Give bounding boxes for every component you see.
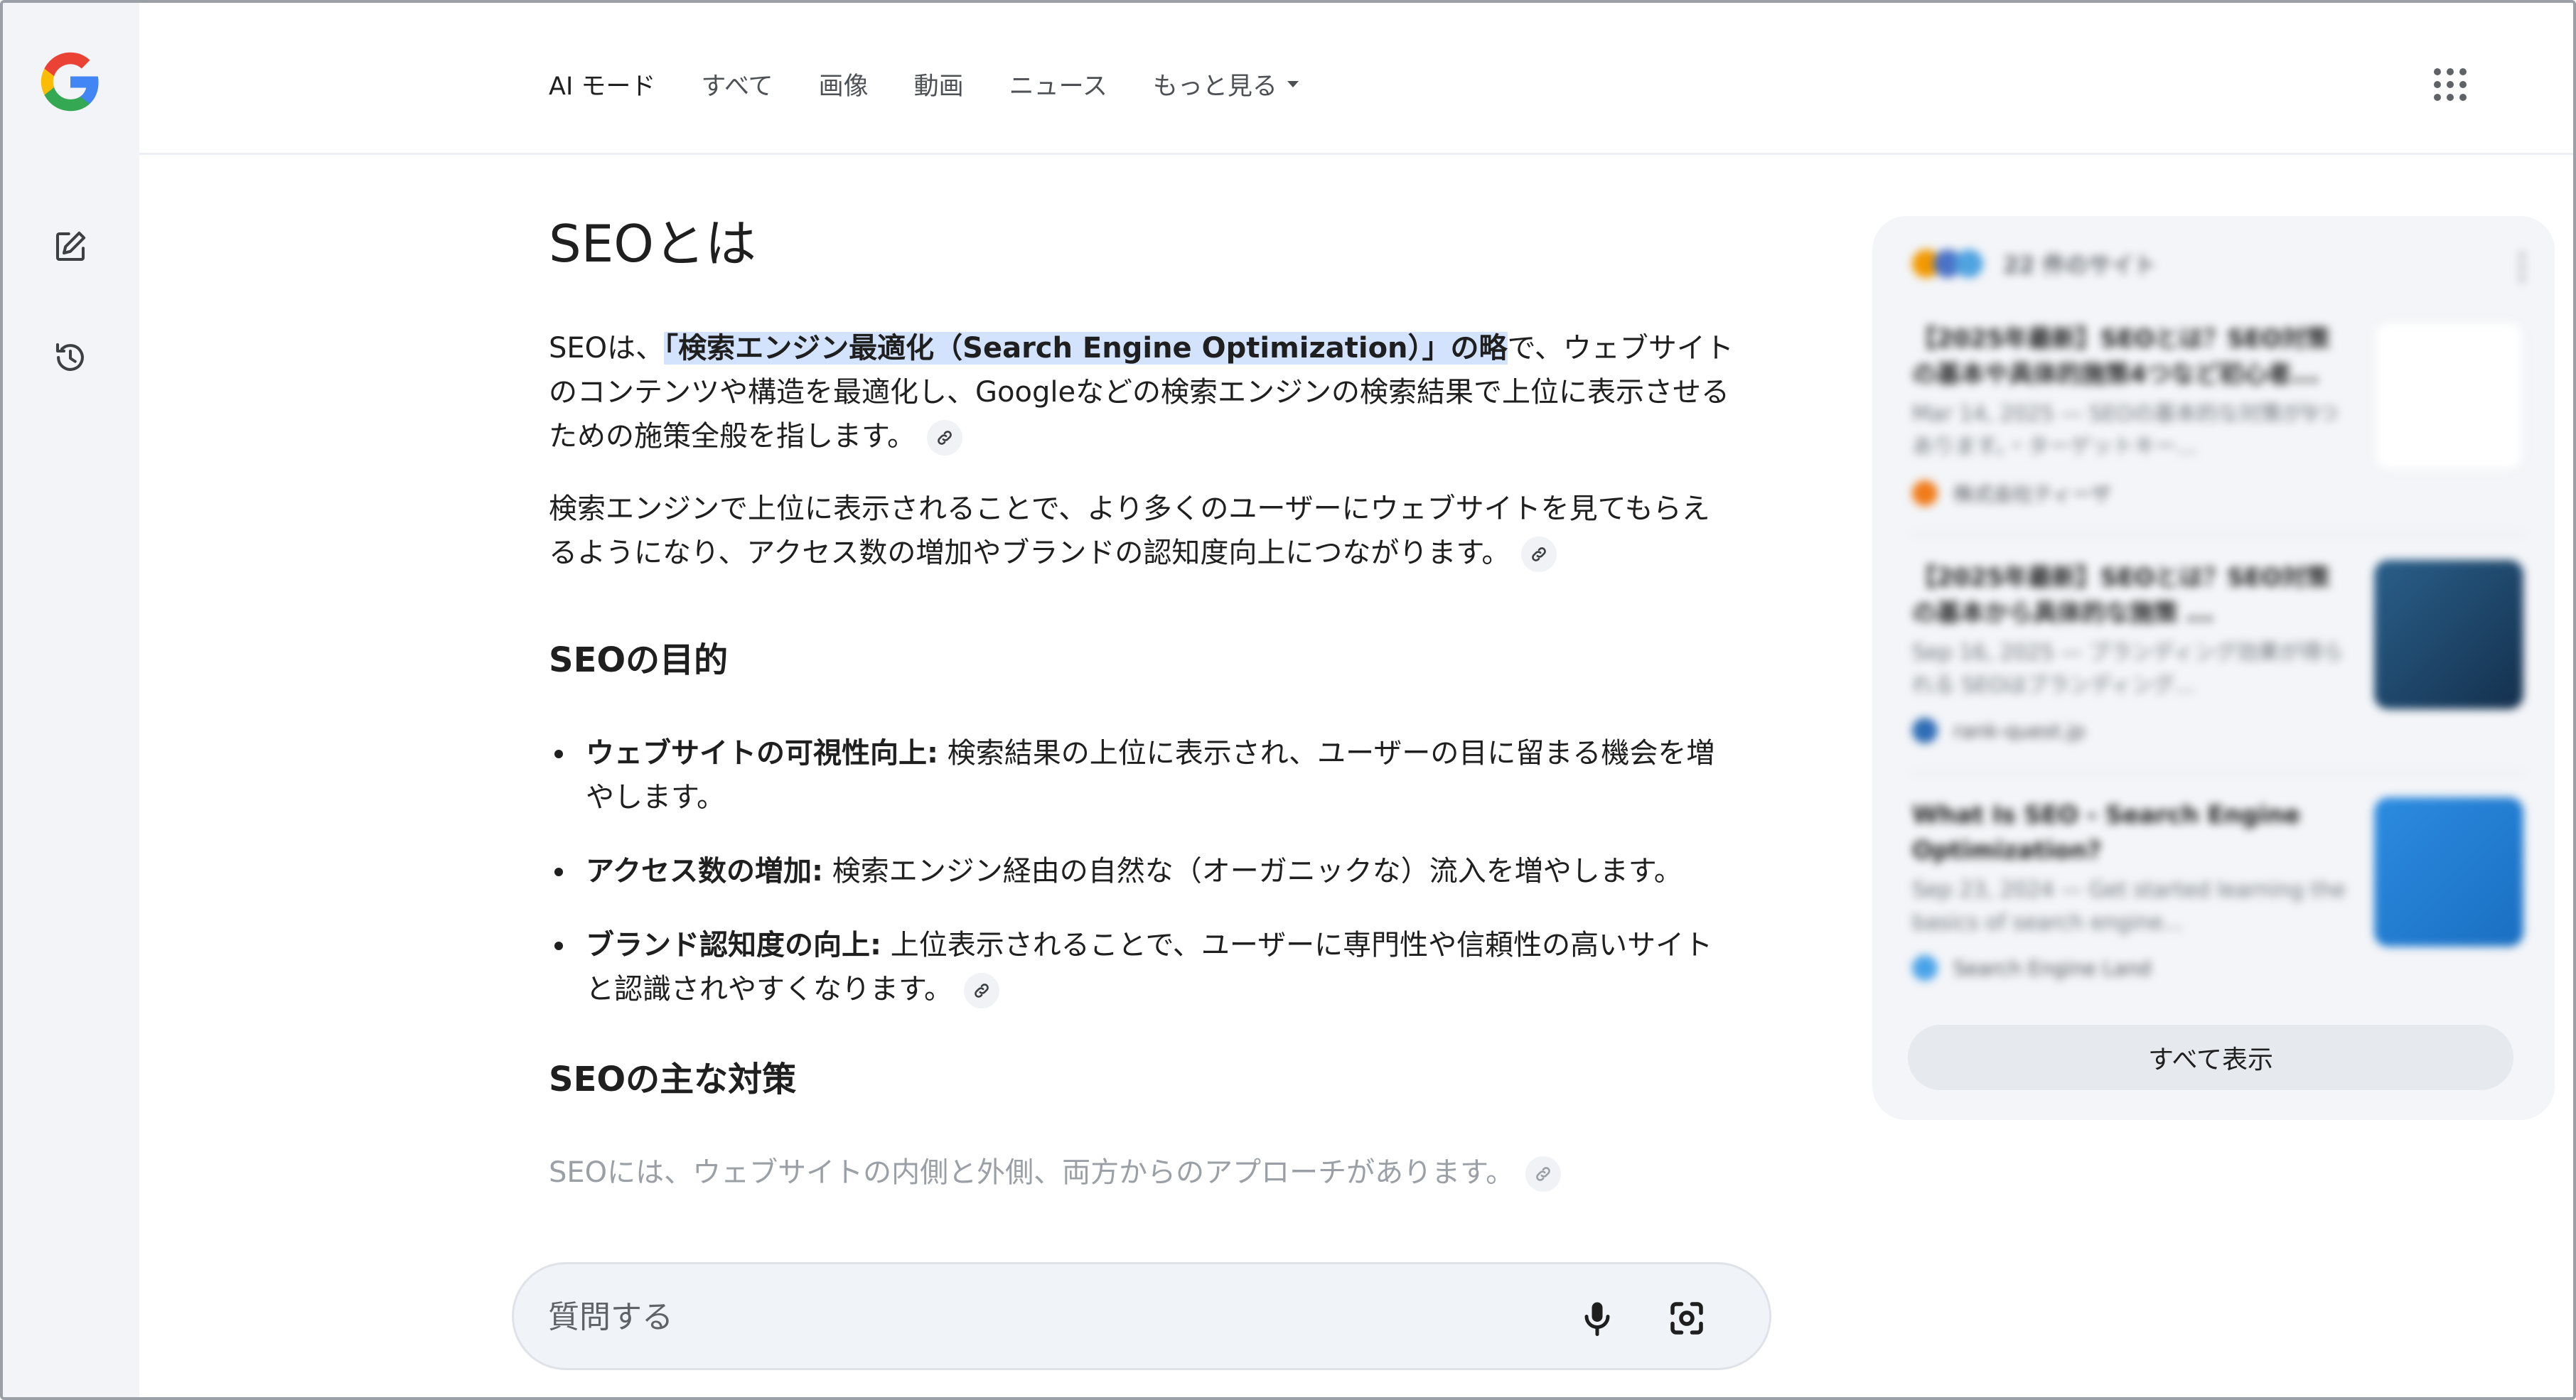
- edit-icon: [55, 231, 86, 262]
- list-item: アクセス数の増加: 検索エンジン経由の自然な（オーガニックな）流入を増やします。: [549, 849, 1736, 893]
- tab-news[interactable]: ニュース: [1009, 66, 1107, 102]
- site-favicon-icon: [1955, 249, 1983, 278]
- tab-images[interactable]: 画像: [819, 66, 869, 102]
- sources-count: 22 件のサイト: [2003, 252, 2157, 279]
- ask-box: [512, 1262, 1771, 1370]
- history-button[interactable]: [44, 331, 97, 384]
- divider: [1912, 772, 2523, 773]
- sources-panel: 22 件のサイト 【2025年最新】SEOとは？SEO対策の基本や具体的施策4つ…: [1872, 216, 2555, 1120]
- list-item: ウェブサイトの可視性向上: 検索結果の上位に表示され、ユーザーの目に留まる機会を…: [549, 731, 1736, 819]
- more-options-icon[interactable]: [2519, 253, 2526, 281]
- source-thumbnail: [2374, 321, 2523, 470]
- site-favicon-icon: [1912, 955, 1938, 981]
- section-heading-measures: SEOの主な対策: [549, 1060, 797, 1100]
- site-favicon-icon: [1912, 480, 1938, 506]
- source-title: 【2025年最新】SEOとは？SEO対策の基本や具体的施策4つなど初心者...: [1912, 325, 2330, 389]
- answer-title: SEOとは: [549, 214, 756, 274]
- tab-videos[interactable]: 動画: [914, 66, 964, 102]
- new-chat-button[interactable]: [44, 220, 97, 273]
- browser-frame: AI モード すべて 画像 動画 ニュース もっと見る SEOとは SEOは、「…: [0, 0, 2576, 1400]
- show-all-button[interactable]: すべて表示: [1908, 1025, 2513, 1090]
- link-icon: [975, 984, 989, 998]
- source-title: What Is SEO - Search Engine Optimization…: [1912, 801, 2301, 865]
- citation-link-button[interactable]: [1525, 1156, 1562, 1192]
- sources-blurred-content: 22 件のサイト 【2025年最新】SEOとは？SEO対策の基本や具体的施策4つ…: [1872, 216, 2555, 1019]
- source-thumbnail: [2374, 797, 2523, 947]
- source-snippet: Mar 14, 2025 — SEOの基本的な対策が9つあります。・ターゲットキ…: [1912, 402, 2339, 459]
- highlighted-definition: 「検索エンジン最適化（Search Engine Optimization）」の…: [664, 332, 1508, 365]
- citation-link-button[interactable]: [964, 973, 999, 1009]
- ask-input[interactable]: [548, 1290, 1543, 1344]
- answer-paragraph-2: 検索エンジンで上位に表示されることで、より多くのユーザーにウェブサイトを見てもら…: [549, 487, 1736, 575]
- source-site: Search Engine Land: [1912, 955, 2523, 981]
- list-item: ブランド認知度の向上: 上位表示されることで、ユーザーに専門性や信頼性の高いサイ…: [549, 923, 1736, 1011]
- google-lens-icon[interactable]: [1665, 1297, 1708, 1340]
- link-icon: [938, 431, 952, 445]
- citation-link-button[interactable]: [927, 420, 962, 456]
- answer-paragraph-1: SEOは、「検索エンジン最適化（Search Engine Optimizati…: [549, 326, 1736, 458]
- google-logo-icon[interactable]: [38, 50, 102, 114]
- citation-link-button[interactable]: [1521, 537, 1557, 573]
- chevron-down-icon: [1287, 80, 1299, 87]
- source-snippet: Sep 23, 2024 — Get started learning the …: [1912, 878, 2346, 935]
- source-snippet: Sep 16, 2025 — ブランディング効果が得られる SEOはブランディン…: [1912, 640, 2344, 698]
- source-thumbnail: [2374, 560, 2523, 709]
- section-heading-purpose: SEOの目的: [549, 640, 729, 681]
- purpose-list: ウェブサイトの可視性向上: 検索結果の上位に表示され、ユーザーの目に留まる機会を…: [549, 731, 1743, 1011]
- tab-ai-mode[interactable]: AI モード: [549, 66, 655, 102]
- history-icon: [55, 343, 84, 371]
- source-card[interactable]: What Is SEO - Search Engine Optimization…: [1912, 797, 2523, 996]
- tab-more[interactable]: もっと見る: [1153, 66, 1299, 102]
- microphone-icon[interactable]: [1576, 1297, 1619, 1340]
- search-tabs: AI モード すべて 画像 動画 ニュース もっと見る: [549, 64, 1344, 104]
- apps-grid-icon[interactable]: [2434, 68, 2467, 101]
- ai-answer: SEOとは SEOは、「検索エンジン最適化（Search Engine Opti…: [549, 214, 1743, 1223]
- divider: [1912, 533, 2523, 534]
- answer-paragraph-3: SEOには、ウェブサイトの内側と外側、両方からのアプローチがあります。: [549, 1151, 1736, 1195]
- link-icon: [1532, 547, 1547, 561]
- source-card[interactable]: 【2025年最新】SEOとは？SEO対策の基本から具体的な施策 ... Sep …: [1912, 560, 2523, 773]
- left-rail: [3, 3, 139, 1397]
- source-title: 【2025年最新】SEOとは？SEO対策の基本から具体的な施策 ...: [1912, 564, 2330, 628]
- tab-all[interactable]: すべて: [701, 66, 773, 102]
- link-icon: [1536, 1167, 1550, 1181]
- sources-header: 22 件のサイト: [1912, 247, 2157, 280]
- source-site: rank-quest.jp: [1912, 718, 2523, 743]
- source-site: 株式会社ティーザ: [1912, 479, 2523, 507]
- source-card[interactable]: 【2025年最新】SEOとは？SEO対策の基本や具体的施策4つなど初心者... …: [1912, 321, 2523, 534]
- top-bar: AI モード すべて 画像 動画 ニュース もっと見る: [139, 3, 2573, 155]
- site-favicon-icon: [1912, 718, 1938, 743]
